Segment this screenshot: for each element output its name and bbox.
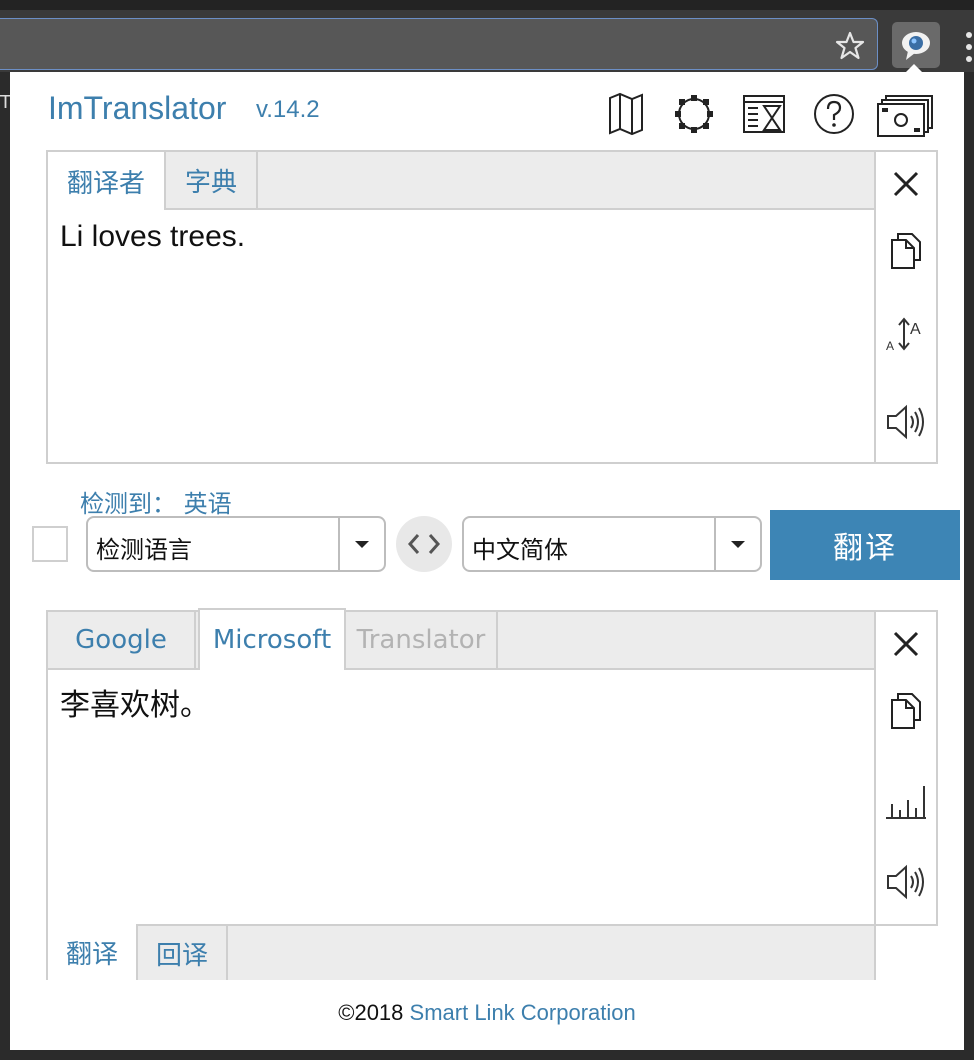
source-text-area[interactable]: Li loves trees. — [60, 220, 245, 254]
result-text-area: 李喜欢树。 — [60, 689, 210, 722]
result-tab-bar: Google Microsoft Translator — [48, 608, 874, 670]
svg-text:A: A — [910, 321, 921, 338]
svg-text:A: A — [886, 339, 894, 353]
browser-tab-strip — [0, 0, 974, 10]
detected-language: 检测到： 英语 — [80, 490, 232, 518]
copy-icon[interactable] — [884, 688, 928, 732]
result-panel: Google Microsoft Translator 李喜欢树。 翻译 回译 — [46, 608, 876, 980]
speaker-icon[interactable] — [884, 400, 928, 444]
company-link[interactable]: Smart Link Corporation — [410, 1000, 636, 1025]
target-language-select[interactable]: 中文简体 — [462, 516, 762, 572]
copyright-text: ©2018 — [338, 1000, 404, 1025]
tab-translation[interactable]: 翻译 — [48, 924, 138, 980]
chevron-down-icon[interactable] — [338, 518, 384, 570]
imtranslator-extension-button[interactable] — [892, 22, 940, 68]
browser-menu-icon[interactable] — [962, 32, 974, 62]
app-title: ImTranslator — [48, 90, 227, 126]
speaker-icon[interactable] — [884, 860, 928, 904]
source-language-select[interactable]: 检测语言 — [86, 516, 386, 572]
footer: ©2018 Smart Link Corporation — [10, 1000, 964, 1026]
address-bar[interactable] — [0, 18, 878, 70]
help-icon[interactable] — [810, 90, 858, 138]
bookmark-star-icon[interactable] — [834, 30, 866, 62]
source-panel: 翻译者 字典 Li loves trees. — [46, 150, 876, 464]
swap-languages-button[interactable] — [396, 516, 452, 572]
source-tools: A A — [874, 150, 938, 464]
tab-dictionary[interactable]: 字典 — [166, 152, 258, 208]
tab-microsoft[interactable]: Microsoft — [198, 608, 346, 670]
result-tools — [874, 610, 938, 926]
tab-google[interactable]: Google — [48, 612, 196, 668]
chart-icon[interactable] — [884, 778, 928, 822]
close-icon[interactable] — [884, 162, 928, 206]
auto-translate-checkbox[interactable] — [32, 526, 68, 562]
tab-back-translation[interactable]: 回译 — [138, 926, 228, 980]
history-icon[interactable] — [740, 90, 788, 138]
font-size-icon[interactable]: A A — [884, 312, 928, 356]
close-icon[interactable] — [884, 622, 928, 666]
translate-button[interactable]: 翻译 — [770, 510, 960, 580]
result-bottom-tab-bar: 翻译 回译 — [48, 924, 874, 980]
options-icon[interactable] — [876, 90, 936, 138]
map-icon[interactable] — [602, 90, 650, 138]
source-tab-bar: 翻译者 字典 — [48, 152, 874, 210]
tab-translator-engine[interactable]: Translator — [346, 612, 498, 668]
copy-icon[interactable] — [884, 228, 928, 272]
tab-translator[interactable]: 翻译者 — [48, 152, 166, 210]
translator-popup: ImTranslator v.14.2 翻译者 字典 Li loves tree… — [10, 72, 964, 1050]
settings-icon[interactable] — [670, 90, 718, 138]
chevron-down-icon[interactable] — [714, 518, 760, 570]
app-version: v.14.2 — [256, 96, 320, 123]
